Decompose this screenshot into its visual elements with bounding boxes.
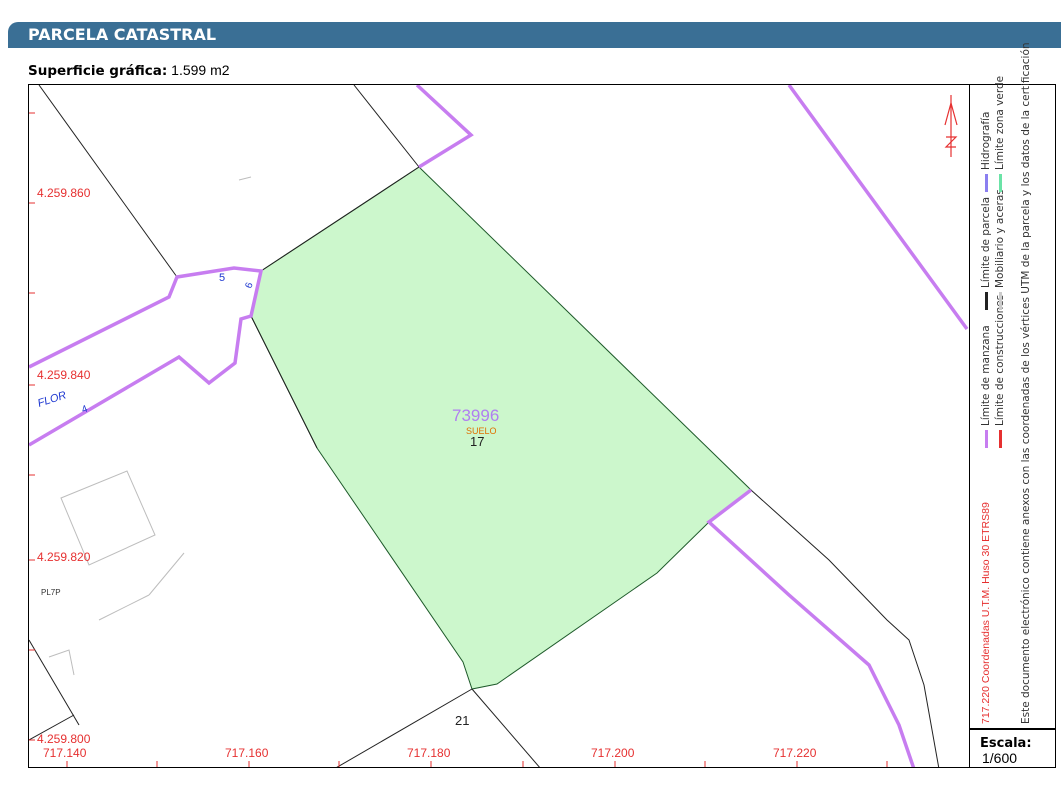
legend-item-constructions: Límite de construcciones: [994, 295, 1006, 448]
legend-swatch: [984, 430, 988, 448]
legend-swatch: [998, 292, 1002, 310]
legend-rotated: 717.220 Coordenadas U.T.M. Huso 30 ETRS8…: [970, 42, 1057, 730]
scale-label: Escala:: [980, 736, 1032, 751]
map-canvas: 4.259.860 4.259.840 4.259.820 4.259.800 …: [29, 85, 969, 767]
street-number-label: 5: [219, 272, 225, 284]
x-tick-label: 717.180: [407, 746, 451, 760]
annotation-label: PL7P: [41, 588, 61, 597]
legend-swatch: [998, 430, 1002, 448]
legend-item-green-zone: Límite zona verde: [994, 76, 1006, 192]
legend-item-hydrography: Hidrografía: [980, 112, 992, 192]
furniture-lines: [48, 176, 252, 676]
neighbor-parcel-label: 21: [455, 713, 469, 728]
y-axis: 4.259.860 4.259.840 4.259.820 4.259.800: [29, 112, 91, 746]
legend-note: Este documento electrónico contiene anex…: [1020, 42, 1032, 724]
legend-item-parcel: Límite de parcela: [980, 197, 992, 310]
surface-area: Superficie gráfica: 1.599 m2: [28, 62, 230, 79]
legend-swatch: [998, 174, 1002, 192]
legend-swatch: [984, 174, 988, 192]
x-tick-label: 717.200: [591, 746, 635, 760]
x-tick-label: 717.220: [773, 746, 817, 760]
legend-swatch: [984, 292, 988, 310]
street-number-label: 6: [243, 281, 255, 290]
x-tick-label: 717.140: [43, 746, 87, 760]
parcel-ref-label: 73996: [452, 406, 499, 425]
cadastral-map[interactable]: 4.259.860 4.259.840 4.259.820 4.259.800 …: [28, 84, 1056, 768]
legend-item-furniture: Mobiliario y aceras: [994, 189, 1006, 310]
parcel-number-label: 17: [470, 434, 484, 449]
scale-value: 1/600: [982, 750, 1018, 766]
section-header: PARCELA CATASTRAL: [8, 22, 1061, 48]
parcel-polygon[interactable]: [250, 166, 752, 690]
x-axis: 717.140 717.160 717.180 717.200 717.220: [43, 746, 888, 767]
scale-box: Escala: 1/600: [969, 729, 1056, 768]
legend-item-block: Límite de manzana: [980, 325, 992, 448]
surface-value: 1.599 m2: [171, 62, 230, 78]
y-tick-label: 4.259.860: [37, 186, 91, 200]
y-tick-label: 4.259.840: [37, 368, 91, 382]
street-name-label: FLOR: [36, 389, 68, 409]
legend-coords-title: 717.220 Coordenadas U.T.M. Huso 30 ETRS8…: [980, 502, 992, 724]
north-arrow-icon: [944, 95, 958, 157]
map-legend: 717.220 Coordenadas U.T.M. Huso 30 ETRS8…: [969, 42, 1057, 730]
x-tick-label: 717.160: [225, 746, 269, 760]
y-tick-label: 4.259.820: [37, 550, 91, 564]
y-tick-label: 4.259.800: [37, 732, 91, 746]
surface-label: Superficie gráfica:: [28, 63, 168, 79]
section-title: PARCELA CATASTRAL: [28, 25, 217, 44]
